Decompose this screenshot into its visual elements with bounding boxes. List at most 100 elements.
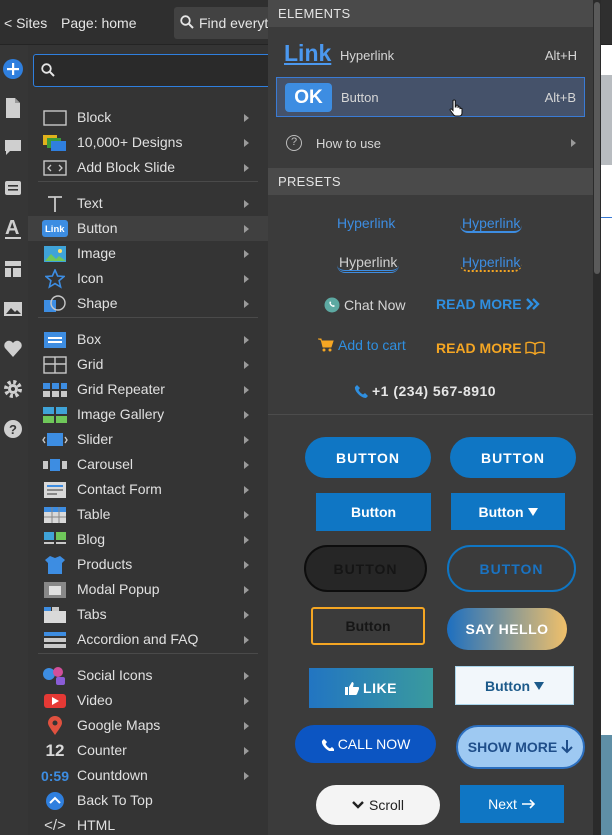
left-item-label: Back To Top [77,792,153,808]
element-search-input[interactable] [33,54,273,87]
preset-button-outline-blue[interactable]: BUTTON [447,545,576,592]
layout-icon[interactable] [2,258,24,280]
left-item-contact-form[interactable]: Contact Form [28,477,268,502]
left-item-carousel[interactable]: Carousel [28,452,268,477]
left-item-10-000-designs[interactable]: 10,000+ Designs [28,130,268,155]
preset-add-to-cart[interactable]: Add to cart [318,337,406,353]
left-item-video[interactable]: Video [28,688,268,713]
chevron-right-icon [244,361,249,369]
left-item-label: Grid Repeater [77,381,165,397]
panel-scrollbar[interactable] [593,0,601,835]
box-icon [42,330,68,349]
gear-icon[interactable] [2,378,24,400]
left-item-tabs[interactable]: Tabs [28,602,268,627]
left-item-blog[interactable]: Blog [28,527,268,552]
left-item-block[interactable]: Block [28,105,268,130]
preset-hyperlink-curved[interactable]: Hyperlink [460,215,523,233]
left-item-icon[interactable]: Icon [28,266,268,291]
preset-button-next[interactable]: Next [460,785,564,823]
chevron-right-icon [244,336,249,344]
button-element[interactable]: OK Button Alt+B [276,77,585,117]
find-search-box[interactable]: Find everyt [174,7,274,39]
preset-button-scroll[interactable]: Scroll [316,785,440,825]
left-item-box[interactable]: Box [28,327,268,352]
chevron-right-icon [244,511,249,519]
how-to-use-item[interactable]: ? How to use [276,127,585,159]
left-item-image[interactable]: Image [28,241,268,266]
chevron-right-icon [244,772,249,780]
left-item-google-maps[interactable]: Google Maps [28,713,268,738]
hyperlink-element[interactable]: Link Hyperlink Alt+H [276,36,585,76]
preset-button-like[interactable]: LIKE [309,668,433,708]
left-item-add-block-slide[interactable]: Add Block Slide [28,155,268,180]
font-icon[interactable]: A [2,217,24,239]
phone-icon [321,738,334,751]
preset-button-pill-blue[interactable]: BUTTON [305,437,431,478]
preset-button-call-now[interactable]: CALL NOW [295,725,436,763]
search-icon [180,15,194,29]
left-item-html[interactable]: </> HTML [28,813,268,835]
left-item-accordion-and-faq[interactable]: Accordion and FAQ [28,627,268,652]
like-label: LIKE [363,680,397,696]
page-selector[interactable]: Page: home [61,15,137,31]
preset-phone[interactable]: +1 (234) 567-8910 [354,383,496,399]
list-divider [38,653,258,654]
preset-button-dark-pill[interactable]: BUTTON [304,545,427,592]
page-canvas[interactable] [601,45,612,835]
svg-text:?: ? [9,422,17,437]
left-item-grid-repeater[interactable]: Grid Repeater [28,377,268,402]
left-item-grid[interactable]: Grid [28,352,268,377]
scrollbar-thumb[interactable] [594,2,600,274]
left-item-counter[interactable]: 12 Counter [28,738,268,763]
preset-button-pill-blue-2[interactable]: BUTTON [450,437,576,478]
preset-button-light-dropdown[interactable]: Button [455,666,574,705]
help-icon[interactable]: ? [2,418,24,440]
page-icon[interactable] [2,97,24,119]
canvas-image-fragment [601,75,612,165]
double-chevron-right-icon [525,298,540,310]
media-icon[interactable] [2,298,24,320]
preset-button-show-more[interactable]: SHOW MORE [456,725,585,769]
elements-list-panel: Block 10,000+ Designs Add Block Slide Text L… [28,45,273,835]
preset-button-gradient[interactable]: SAY HELLO [447,608,567,650]
preset-read-more-arrows[interactable]: READ MORE [436,296,541,312]
caret-down-icon [534,681,545,690]
search-icon [41,63,55,77]
phone-label: +1 (234) 567-8910 [372,383,497,399]
preset-read-more-book[interactable]: READ MORE [436,340,545,356]
comment-icon[interactable] [2,137,24,159]
contact-form-icon [42,480,68,499]
button-icon: Link [42,219,68,238]
add-element-icon[interactable] [2,58,24,80]
left-item-table[interactable]: Table [28,502,268,527]
left-item-button[interactable]: Link Button [28,216,268,241]
preset-hyperlink-double[interactable]: Hyperlink [337,254,400,273]
heart-icon[interactable] [2,338,24,360]
layers-icon[interactable] [2,177,24,199]
left-item-social-icons[interactable]: Social Icons [28,663,268,688]
designs-icon [42,133,68,152]
left-item-label: Button [77,220,118,236]
left-item-slider[interactable]: Slider [28,427,268,452]
left-item-countdown[interactable]: 0:59 Countdown [28,763,268,788]
left-item-modal-popup[interactable]: Modal Popup [28,577,268,602]
preset-chat-now[interactable]: Chat Now [324,297,405,313]
left-item-shape[interactable]: Shape [28,291,268,316]
chevron-right-icon [244,386,249,394]
preset-button-outline-orange[interactable]: Button [311,607,425,645]
preset-hyperlink-plain[interactable]: Hyperlink [337,215,395,231]
preset-button-square-blue[interactable]: Button [316,493,431,531]
left-item-image-gallery[interactable]: Image Gallery [28,402,268,427]
left-item-label: HTML [77,817,116,833]
chevron-down-icon [352,800,364,809]
chevron-right-icon [244,486,249,494]
preset-button-dropdown[interactable]: Button [451,493,565,530]
sites-link[interactable]: < Sites [4,15,47,31]
find-placeholder: Find everyt [199,15,269,31]
light-dropdown-label: Button [484,677,531,694]
left-item-label: Countdown [77,767,148,783]
left-item-text[interactable]: Text [28,191,268,216]
left-item-back-to-top[interactable]: Back To Top [28,788,268,813]
preset-hyperlink-dotted[interactable]: Hyperlink [460,254,523,272]
left-item-products[interactable]: Products [28,552,268,577]
